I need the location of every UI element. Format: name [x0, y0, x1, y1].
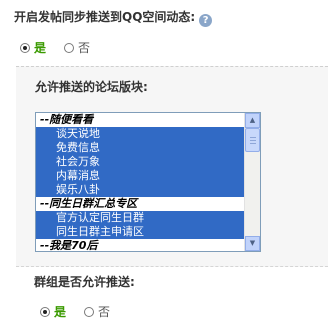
feed-push-radio-group: 是 否 — [20, 39, 104, 56]
listbox-group-label[interactable]: --随便看看 — [36, 113, 244, 127]
feed-push-no-radio[interactable] — [64, 42, 75, 53]
help-icon[interactable]: ? — [199, 14, 213, 27]
listbox-option[interactable]: 内幕消息 — [36, 169, 244, 183]
listbox-option[interactable]: 官方认定同生日群 — [36, 211, 244, 225]
listbox-option[interactable]: 同生日群主申请区 — [36, 225, 244, 239]
panel-divider — [16, 266, 328, 267]
feed-push-yes-radio[interactable] — [20, 42, 30, 53]
feed-push-title: 开启发帖同步推送到QQ空间动态: — [14, 10, 196, 24]
group-push-yes-radio[interactable] — [40, 306, 50, 317]
scroll-down-icon[interactable]: ▼ — [245, 236, 260, 251]
scroll-up-icon[interactable]: ▲ — [245, 113, 260, 128]
group-push-no-radio[interactable] — [84, 306, 95, 317]
feed-push-heading: 开启发帖同步推送到QQ空间动态:? — [14, 8, 213, 27]
listbox-option[interactable]: 娱乐八卦 — [36, 183, 244, 197]
feed-push-no-label[interactable]: 否 — [78, 39, 90, 56]
listbox-option[interactable]: 谈天说地 — [36, 127, 244, 141]
group-push-radio-group: 是 否 — [40, 303, 124, 320]
boards-listbox[interactable]: --随便看看 谈天说地 免费信息 社会万象 内幕消息 娱乐八卦 --同生日群汇总专区 官方认定… — [35, 112, 261, 252]
listbox-option[interactable]: 免费信息 — [36, 141, 244, 155]
listbox-group-label[interactable]: --同生日群汇总专区 — [36, 197, 244, 211]
listbox-option[interactable]: 社会万象 — [36, 155, 244, 169]
scroll-thumb[interactable] — [245, 128, 260, 152]
listbox-group-label[interactable]: --我是70后 — [36, 239, 244, 251]
boards-heading: 允许推送的论坛版块: — [35, 80, 148, 94]
boards-list: --随便看看 谈天说地 免费信息 社会万象 内幕消息 娱乐八卦 --同生日群汇总专区 官方认定… — [36, 113, 244, 251]
group-push-heading: 群组是否允许推送: — [34, 275, 135, 289]
listbox-scrollbar[interactable]: ▲ ▼ — [244, 113, 260, 251]
group-push-yes-label[interactable]: 是 — [54, 303, 66, 320]
group-push-no-label[interactable]: 否 — [98, 303, 110, 320]
feed-push-yes-label[interactable]: 是 — [34, 39, 46, 56]
